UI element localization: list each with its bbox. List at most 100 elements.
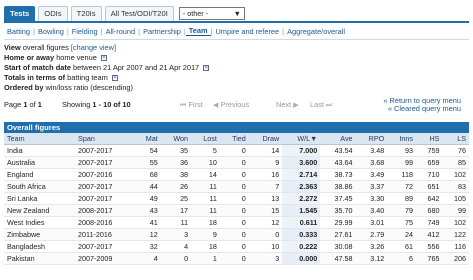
table-body: India 2007-2017 54 35 5 0 14 7.000 43.54 3.48 93 75… <box>4 144 469 265</box>
cell-mat: 12 <box>134 228 161 241</box>
other-select[interactable]: - other - ▼ <box>178 7 245 20</box>
col-wl[interactable]: W/L▼ <box>282 133 321 145</box>
start-label: Start of match date <box>4 63 71 72</box>
tab-odis[interactable]: ODIs <box>38 6 68 21</box>
tab-tests[interactable]: Tests <box>4 6 36 21</box>
nav-fielding[interactable]: Fielding <box>69 27 101 36</box>
cell-hs: 659 <box>416 156 443 169</box>
nav-bowling[interactable]: Bowling <box>35 27 67 36</box>
cleared-query-label: Cleared query menu <box>394 104 461 113</box>
totals-label: Totals in terms of <box>4 73 66 82</box>
last-page-button[interactable]: Last ⏭ <box>310 100 332 110</box>
nav-batting[interactable]: Batting <box>4 27 33 36</box>
cell-ls: 83 <box>442 180 469 193</box>
cell-inns: 24 <box>387 228 417 241</box>
cleared-query-link[interactable]: « Cleared query menu <box>383 105 461 113</box>
order-value: win/loss ratio (descending) <box>45 83 134 92</box>
showing-indicator: Showing 1 - 10 of 10 <box>62 100 131 109</box>
cell-team[interactable]: West Indies <box>4 216 76 229</box>
cell-team[interactable]: Bangladesh <box>4 240 76 253</box>
col-span[interactable]: Span <box>75 133 135 145</box>
col-tied[interactable]: Tied <box>219 133 249 145</box>
cell-lost: 18 <box>191 216 220 229</box>
cell-won: 0 <box>160 252 192 265</box>
cell-ls: 85 <box>442 156 469 169</box>
totals-value: batting team <box>67 73 108 82</box>
next-page-button[interactable]: Next ▶ <box>276 100 299 109</box>
nav-team[interactable]: Team <box>185 26 211 36</box>
of-text: of <box>29 100 36 109</box>
cell-won: 17 <box>160 204 192 217</box>
cell-wl: 2.714 <box>282 168 321 181</box>
table-row: Sri Lanka 2007-2017 49 25 11 0 13 2.272 37.45 3.3… <box>4 192 469 205</box>
nav-umpire-referee[interactable]: Umpire and referee <box>212 27 282 36</box>
nav-partnership[interactable]: Partnership <box>140 27 184 36</box>
cell-lost: 1 <box>191 252 220 265</box>
col-ls[interactable]: LS <box>442 133 469 145</box>
cell-team[interactable]: Australia <box>4 156 76 169</box>
other-select-value: - other - <box>182 9 209 18</box>
col-lost[interactable]: Lost <box>191 133 220 145</box>
col-team[interactable]: Team <box>4 133 76 145</box>
cell-lost: 10 <box>191 156 220 169</box>
cell-team[interactable]: New Zealand <box>4 204 76 217</box>
nav-aggregate-overall[interactable]: Aggregate/overall <box>284 27 348 36</box>
cell-team[interactable]: England <box>4 168 76 181</box>
cell-inns: 93 <box>387 144 417 157</box>
cell-wl: 0.611 <box>282 216 321 229</box>
cell-tied: 0 <box>219 180 249 193</box>
cell-rpo: 3.40 <box>355 204 388 217</box>
nav-rule <box>4 39 469 40</box>
tab-t20is[interactable]: T20Is <box>70 6 102 21</box>
cell-team[interactable]: Sri Lanka <box>4 192 76 205</box>
col-inns[interactable]: Inns <box>387 133 417 145</box>
stat-type-nav: Batting | Bowling | Fielding | All-round | P… <box>4 23 469 39</box>
cell-hs: 651 <box>416 180 443 193</box>
remove-filter-icon[interactable]: ✕ <box>100 55 107 62</box>
cell-ls: 99 <box>442 204 469 217</box>
start-date-filter: Start of match date between 21 Apr 2007 … <box>4 63 469 73</box>
change-view-link[interactable]: [change view] <box>71 43 116 52</box>
cell-hs: 765 <box>416 252 443 265</box>
tab-all-formats[interactable]: All Test/ODI/T20I <box>104 6 174 21</box>
cell-won: 36 <box>160 156 192 169</box>
cell-team[interactable]: Zimbabwe <box>4 228 76 241</box>
next-icon: ▶ <box>293 102 299 109</box>
cell-ave: 38.86 <box>320 180 356 193</box>
cell-rpo: 3.48 <box>355 144 388 157</box>
cell-hs: 710 <box>416 168 443 181</box>
col-mat[interactable]: Mat <box>134 133 161 145</box>
cell-wl: 0.333 <box>282 228 321 241</box>
nav-all-round[interactable]: All-round <box>103 27 139 36</box>
cell-won: 4 <box>160 240 192 253</box>
cell-lost: 9 <box>191 228 220 241</box>
cell-span: 2007-2017 <box>75 240 135 253</box>
cell-hs: 412 <box>416 228 443 241</box>
cell-draw: 7 <box>248 180 283 193</box>
cell-team[interactable]: Pakistan <box>4 252 76 265</box>
table-row: Pakistan 2007-2009 4 0 1 0 3 0.000 47.58 3.12 6 765… <box>4 252 469 265</box>
col-draw[interactable]: Draw <box>248 133 283 145</box>
col-won[interactable]: Won <box>160 133 192 145</box>
cell-wl: 1.545 <box>282 204 321 217</box>
col-ave[interactable]: Ave <box>320 133 356 145</box>
cell-hs: 759 <box>416 144 443 157</box>
cell-team[interactable]: India <box>4 144 76 157</box>
home-label: Home or away <box>4 53 55 62</box>
view-value: overall figures <box>22 43 69 52</box>
col-rpo[interactable]: RPO <box>355 133 388 145</box>
cell-draw: 15 <box>248 204 283 217</box>
remove-filter-icon[interactable]: ✕ <box>111 75 118 82</box>
cell-lost: 11 <box>191 192 220 205</box>
first-page-button[interactable]: ⏮ First <box>180 100 203 110</box>
cell-rpo: 3.68 <box>355 156 388 169</box>
cell-tied: 0 <box>219 144 249 157</box>
cell-inns: 61 <box>387 240 417 253</box>
remove-filter-icon[interactable]: ✕ <box>203 65 210 72</box>
cell-team[interactable]: South Africa <box>4 180 76 193</box>
next-label: Next <box>276 100 292 109</box>
cell-span: 2007-2017 <box>75 180 135 193</box>
cell-rpo: 3.30 <box>355 192 388 205</box>
col-hs[interactable]: HS <box>416 133 443 145</box>
previous-page-button[interactable]: ◀ Previous <box>213 100 249 109</box>
